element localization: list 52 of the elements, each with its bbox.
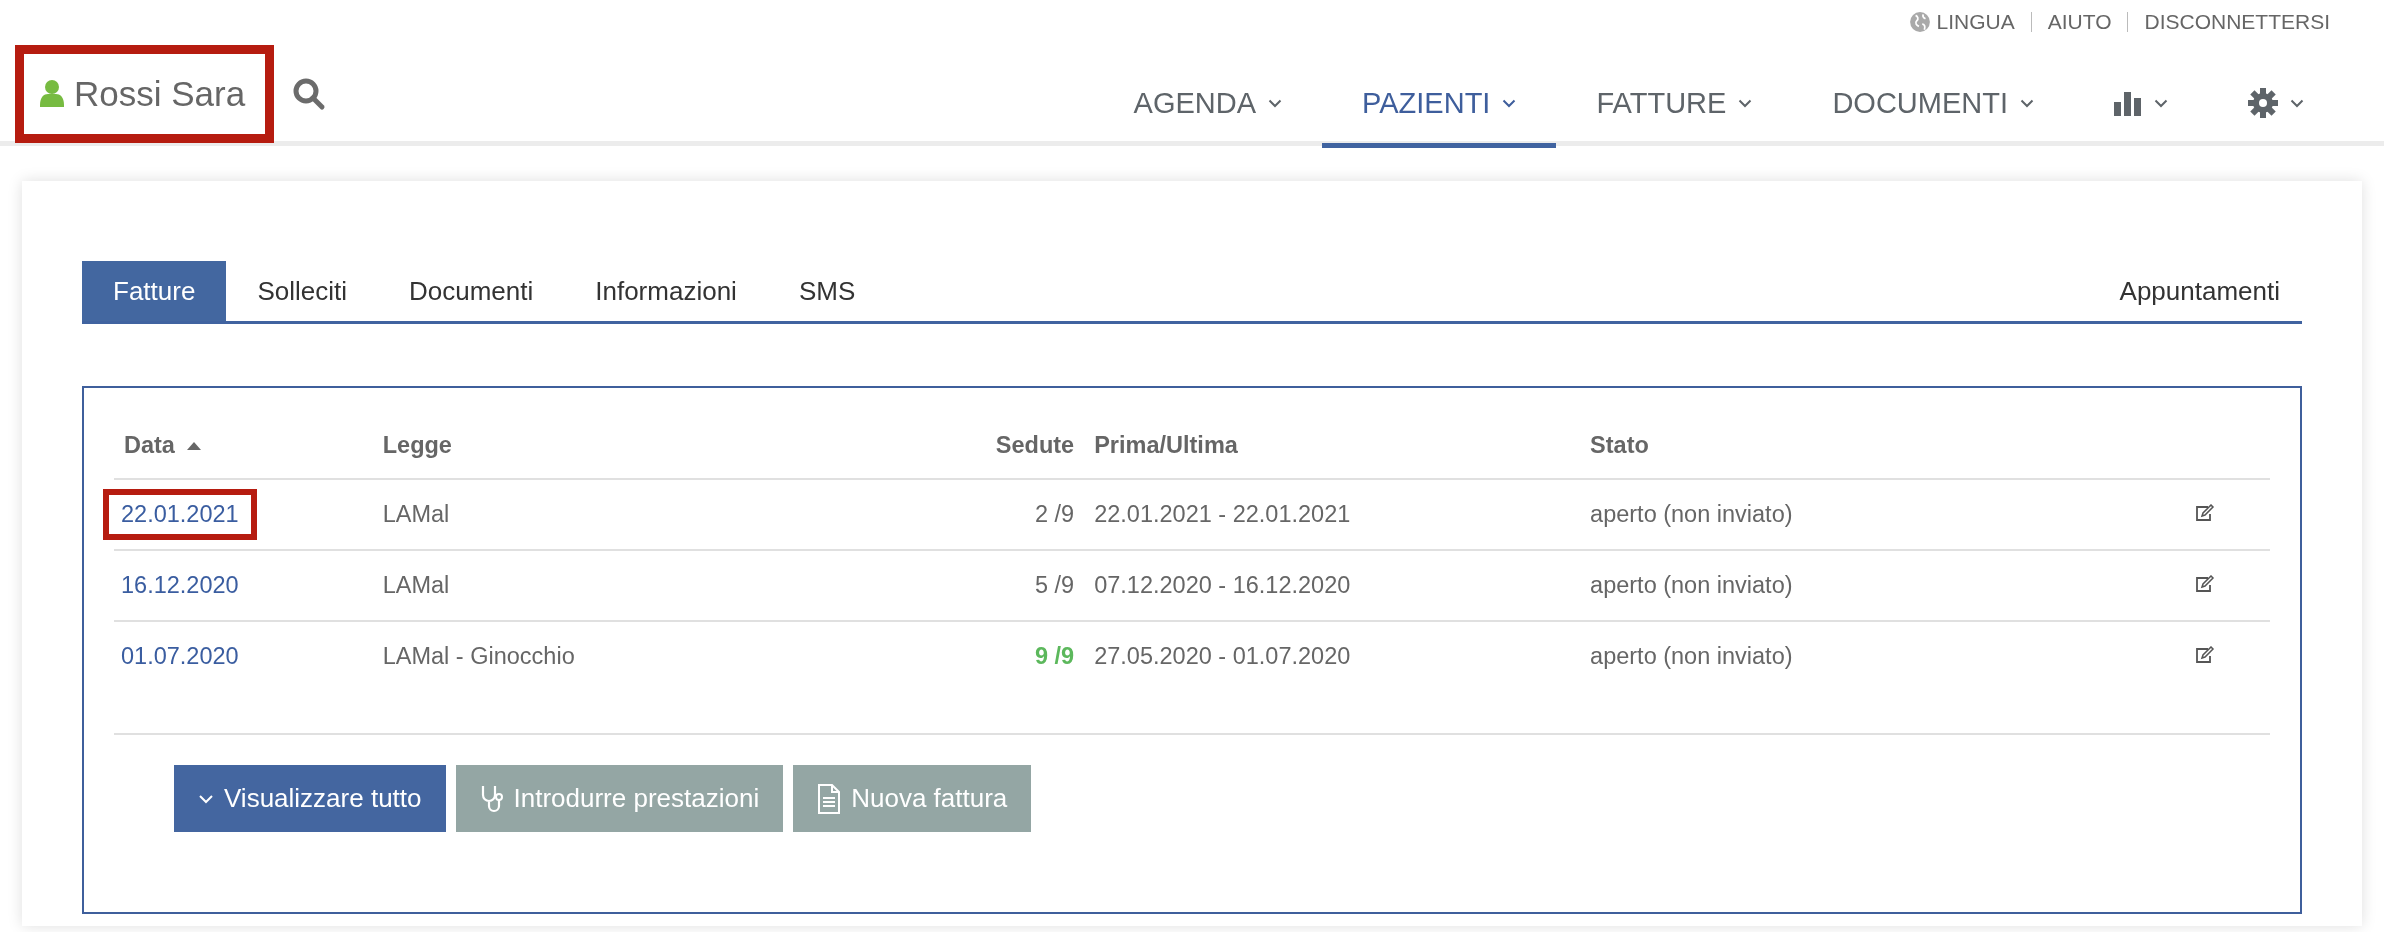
status-cell: aperto (non inviato) [1590, 572, 1793, 598]
date-link[interactable]: 16.12.2020 [103, 560, 257, 611]
edit-icon[interactable] [2195, 646, 2216, 664]
nav-menu-item[interactable]: AGENDA [1093, 68, 1323, 148]
sessions-cell: 5 /9 [1035, 572, 1075, 598]
tab[interactable]: Documenti [377, 261, 565, 321]
status-cell: aperto (non inviato) [1590, 501, 1793, 527]
document-icon [817, 783, 842, 814]
chevron-down-icon [1738, 98, 1753, 108]
date-link[interactable]: 01.07.2020 [103, 631, 257, 682]
status-cell: aperto (non inviato) [1590, 643, 1793, 669]
globe-icon [1908, 11, 1931, 33]
period-cell: 27.05.2020 - 01.07.2020 [1094, 643, 1351, 669]
tab[interactable]: Fatture [82, 261, 227, 321]
column-header[interactable]: Prima/Ultima [1094, 432, 1238, 459]
nav-menu-item[interactable]: DOCUMENTI [1792, 68, 2074, 148]
edit-icon[interactable] [2195, 504, 2216, 522]
tab[interactable]: SMS [767, 261, 887, 321]
date-link[interactable]: 22.01.2021 [103, 489, 257, 540]
chevron-down-icon [2020, 98, 2034, 108]
settings-icon [2248, 88, 2278, 118]
column-header[interactable]: Data [124, 432, 175, 459]
tab[interactable]: Solleciti [226, 261, 378, 321]
nav-menu-item[interactable]: FATTURE [1556, 68, 1793, 148]
bar-chart-icon [2114, 90, 2142, 116]
chevron-down-icon [1268, 98, 1283, 108]
tab[interactable]: Informazioni [564, 261, 768, 321]
language-link[interactable]: LINGUA [1908, 10, 2015, 34]
person-icon [40, 79, 64, 109]
law-cell: LAMal - Ginocchio [382, 643, 575, 669]
period-cell: 07.12.2020 - 16.12.2020 [1094, 572, 1351, 598]
chevron-down-icon [2154, 98, 2168, 108]
search-icon[interactable] [292, 77, 327, 111]
patient-name[interactable]: Rossi Sara [15, 45, 275, 143]
chevron-down-icon [2290, 98, 2304, 108]
column-header[interactable]: Sedute [995, 432, 1075, 459]
edit-icon[interactable] [2195, 575, 2216, 593]
column-header[interactable]: Stato [1590, 432, 1649, 459]
stethoscope-icon [479, 783, 504, 814]
nav-menu-item[interactable]: PAZIENTI [1322, 68, 1557, 148]
sessions-cell: 2 /9 [1035, 501, 1075, 527]
header-link[interactable]: AIUTO [2047, 10, 2112, 34]
show-all-button[interactable]: Visualizzare tutto [174, 765, 446, 832]
law-cell: LAMal [382, 572, 450, 598]
header-link[interactable]: DISCONNETTERSI [2144, 10, 2330, 34]
column-header[interactable]: Legge [382, 432, 452, 459]
period-cell: 22.01.2021 - 22.01.2021 [1094, 501, 1351, 527]
chevron-down-icon [1502, 98, 1517, 108]
caret-icon [198, 793, 214, 804]
sessions-cell: 9 /9 [1035, 643, 1075, 669]
tab[interactable]: Appuntamenti [2088, 261, 2302, 321]
law-cell: LAMal [382, 501, 450, 527]
